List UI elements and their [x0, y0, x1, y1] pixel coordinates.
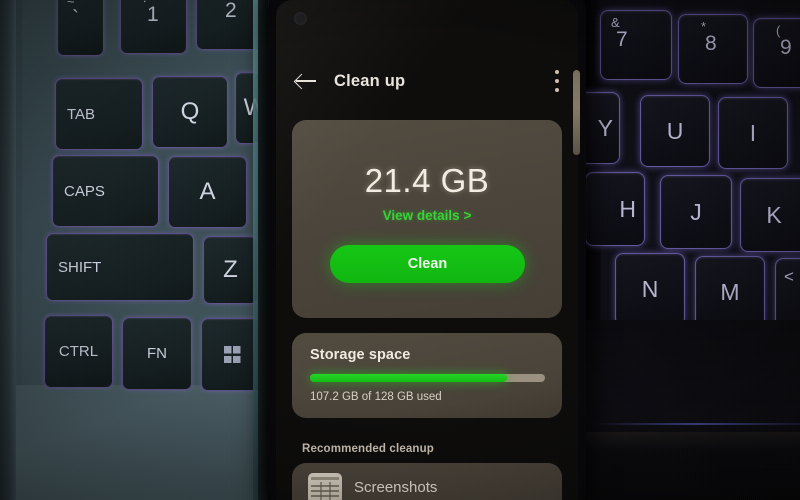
- key-comma-label: <: [784, 267, 794, 286]
- arrow-left-icon[interactable]: [294, 68, 320, 94]
- key-i[interactable]: I: [718, 97, 788, 169]
- kebab-dot: [555, 88, 559, 92]
- key-u-label: U: [666, 117, 684, 144]
- cleanable-size-value: 21.4 GB: [364, 162, 490, 199]
- key-h[interactable]: H: [585, 172, 645, 246]
- key-y-label: Y: [597, 114, 613, 141]
- key-k-label: K: [766, 201, 782, 228]
- key-8-bottom: 8: [705, 32, 717, 55]
- key-tab-label: TAB: [67, 105, 96, 123]
- more-vertical-icon[interactable]: [555, 70, 560, 92]
- storage-progress-track: [310, 374, 545, 382]
- phone-side-button[interactable]: [573, 70, 580, 155]
- phone-screen: Clean up 21.4 GB View details > Clean St…: [276, 0, 578, 500]
- key-7[interactable]: & 7: [600, 10, 672, 80]
- key-shift[interactable]: SHIFT: [46, 233, 194, 301]
- key-tilde-bottom: `: [72, 7, 79, 30]
- key-a[interactable]: A: [168, 156, 247, 228]
- storage-space-title: Storage space: [310, 347, 411, 363]
- key-tab[interactable]: TAB: [55, 78, 143, 150]
- key-i-label: I: [749, 119, 757, 146]
- laptop-left-bezel: [0, 0, 16, 500]
- laptop-left-shadow-gap: [258, 0, 268, 500]
- recommended-cleanup-label: Recommended cleanup: [302, 443, 434, 455]
- key-z-label: Z: [223, 256, 238, 283]
- screenshot-thumbnail-icon: [308, 473, 342, 500]
- key-9[interactable]: ( 9: [753, 18, 800, 88]
- key-m-label: M: [720, 279, 740, 305]
- key-a-label: A: [199, 178, 216, 205]
- laptop-right-edge-glow: [585, 432, 800, 450]
- smartphone: Clean up 21.4 GB View details > Clean St…: [268, 0, 586, 500]
- key-fn-label: FN: [147, 345, 167, 362]
- recommended-item-name: Screenshots: [354, 479, 438, 496]
- key-tilde[interactable]: ~ `: [57, 0, 104, 56]
- recommended-item-row[interactable]: Screenshots: [292, 463, 562, 500]
- front-camera-punchhole: [294, 12, 307, 25]
- page-title: Clean up: [334, 71, 406, 90]
- key-h-label: H: [619, 195, 636, 222]
- key-q-label: Q: [180, 98, 200, 125]
- key-q[interactable]: Q: [152, 76, 228, 148]
- key-ctrl[interactable]: CTRL: [44, 315, 113, 388]
- key-8[interactable]: * 8: [678, 14, 748, 84]
- key-fn[interactable]: FN: [122, 317, 192, 390]
- key-u[interactable]: U: [640, 95, 710, 167]
- key-1[interactable]: ! 1: [120, 0, 187, 54]
- view-details-link[interactable]: View details >: [292, 208, 562, 223]
- storage-used-label: 107.2 GB of 128 GB used: [310, 391, 442, 403]
- laptop-left-palmrest: [0, 385, 268, 500]
- laptop-right-palmrest: [585, 320, 800, 500]
- key-n-label: N: [641, 276, 659, 302]
- key-k[interactable]: K: [740, 178, 800, 252]
- storage-progress-fill: [310, 374, 507, 382]
- key-j-label: J: [690, 198, 702, 225]
- key-n[interactable]: N: [615, 253, 685, 326]
- key-caps-label: CAPS: [64, 182, 105, 200]
- clean-button[interactable]: Clean: [330, 245, 525, 283]
- storage-space-card: Storage space 107.2 GB of 128 GB used: [292, 333, 562, 418]
- windows-icon: [223, 346, 241, 363]
- kebab-dot: [555, 79, 559, 83]
- key-2-bottom: 2: [225, 0, 237, 22]
- cleanup-summary-card: 21.4 GB View details > Clean: [292, 120, 562, 318]
- key-z[interactable]: Z: [203, 236, 258, 304]
- photo-scene: ~ ` ! 1 @ 2 TAB Q W CAPS A SHIFT Z CTRL …: [0, 0, 800, 500]
- key-7-bottom: 7: [616, 28, 628, 51]
- key-1-bottom: 1: [147, 3, 159, 26]
- key-ctrl-label: CTRL: [58, 343, 99, 360]
- key-shift-label: SHIFT: [58, 258, 102, 276]
- app-bar: Clean up: [276, 58, 578, 104]
- key-m[interactable]: M: [695, 256, 765, 329]
- key-9-bottom: 9: [780, 36, 792, 59]
- laptop-right-blue-edge: [595, 423, 800, 425]
- key-caps[interactable]: CAPS: [52, 155, 159, 227]
- key-j[interactable]: J: [660, 175, 732, 249]
- kebab-dot: [555, 70, 559, 74]
